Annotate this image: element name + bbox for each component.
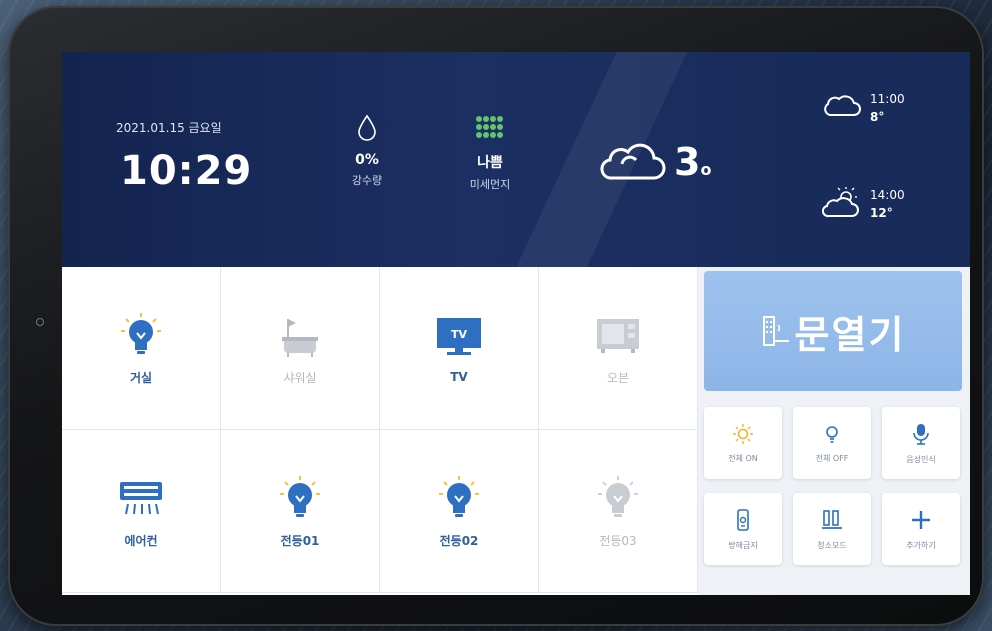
forecast-unit: ° (878, 110, 885, 124)
do-not-disturb-button[interactable]: 방해금지 (704, 493, 782, 565)
sun-bulb-icon (733, 423, 753, 444)
door-lock-icon (762, 316, 789, 346)
bulb-outline-icon (826, 425, 838, 443)
bulb-icon (280, 475, 320, 517)
dust-dots-icon (476, 116, 503, 138)
current-temp: 3o (674, 140, 711, 184)
door-open-label: 문열기 (794, 312, 906, 357)
do-not-disturb-label: 방해금지 (728, 540, 758, 550)
cloud-icon (600, 143, 666, 180)
screen: 2021.01.15 금요일 10:29 0% 강수량 나쁨 미세먼지 3o 1… (62, 52, 970, 595)
device-grid: 거실 샤워실 TV TV 오븐 에어컨 전등01 전등02 전등03 (62, 267, 698, 595)
rain-label: 강수량 (351, 174, 383, 187)
door-open-button[interactable]: 문열기 (704, 271, 962, 391)
rain-value: 0% (355, 152, 379, 168)
forecast-item: 14:00 12° (822, 186, 905, 222)
plus-icon (912, 510, 930, 529)
microphone-icon (913, 423, 929, 445)
control-panel: 문열기 전체 ON 전체 OFF 음성인식 방해금지 청소모드 추가하기 (698, 267, 970, 595)
camera-dot (36, 318, 44, 326)
device-tile-aircon[interactable]: 에어컨 (62, 430, 221, 593)
device-label: 전등01 (280, 533, 320, 548)
all-off-label: 전체 OFF (815, 453, 849, 463)
add-label: 추가하기 (906, 540, 936, 550)
forecast-unit: ° (886, 206, 893, 220)
svg-text:TV: TV (451, 328, 468, 341)
device-label: 샤워실 (283, 370, 317, 385)
date-text: 2021.01.15 금요일 (116, 121, 222, 135)
droplet-icon (358, 114, 376, 141)
device-tile-light-03[interactable]: 전등03 (539, 430, 698, 593)
device-tile-shower[interactable]: 샤워실 (221, 267, 380, 430)
bulb-icon (439, 475, 479, 517)
all-on-button[interactable]: 전체 ON (704, 407, 782, 479)
clock-time: 10:29 (120, 148, 253, 194)
add-button[interactable]: 추가하기 (882, 493, 960, 565)
current-temp-value: 3 (674, 140, 701, 184)
device-label: 전등02 (439, 533, 479, 548)
forecast-temp: 12 (870, 206, 887, 220)
device-label: 에어컨 (124, 533, 158, 548)
device-tile-tv[interactable]: TV TV (380, 267, 539, 430)
forecast-time: 11:00 (870, 92, 905, 106)
tablet-frame: 2021.01.15 금요일 10:29 0% 강수량 나쁨 미세먼지 3o 1… (8, 6, 984, 626)
dust-widget: 나쁨 미세먼지 (458, 114, 522, 192)
voice-label: 음성인식 (906, 454, 936, 464)
forecast-item: 11:00 8° (822, 90, 905, 126)
current-temp-unit: o (700, 160, 712, 179)
bathtub-icon (282, 318, 318, 357)
device-label: 전등03 (599, 533, 637, 548)
device-tile-light-01[interactable]: 전등01 (221, 430, 380, 593)
device-label: 거실 (129, 370, 153, 385)
rain-widget: 0% 강수량 (342, 114, 392, 188)
cleaning-icon (822, 509, 842, 529)
bulb-icon (598, 475, 638, 517)
tv-icon: TV (437, 318, 481, 355)
dust-label: 미세먼지 (469, 178, 511, 191)
phone-icon (737, 508, 749, 531)
forecast-time: 14:00 (870, 188, 905, 202)
current-weather: 3o (598, 140, 711, 184)
voice-button[interactable]: 음성인식 (882, 407, 960, 479)
device-label: 오븐 (606, 370, 630, 385)
cleaning-mode-button[interactable]: 청소모드 (793, 493, 871, 565)
cleaning-mode-label: 청소모드 (817, 540, 847, 550)
all-on-label: 전체 ON (728, 453, 758, 463)
device-label: TV (450, 370, 468, 384)
bulb-icon (121, 312, 161, 354)
dust-value: 나쁨 (477, 155, 503, 171)
cloud-icon (824, 95, 861, 116)
aircon-icon (120, 481, 162, 514)
device-tile-oven[interactable]: 오븐 (539, 267, 698, 430)
header-bar: 2021.01.15 금요일 10:29 0% 강수량 나쁨 미세먼지 3o 1… (62, 52, 970, 267)
device-tile-light-02[interactable]: 전등02 (380, 430, 539, 593)
all-off-button[interactable]: 전체 OFF (793, 407, 871, 479)
device-tile-living-room[interactable]: 거실 (62, 267, 221, 430)
oven-icon (597, 318, 639, 353)
sun-cloud-icon (822, 187, 859, 218)
